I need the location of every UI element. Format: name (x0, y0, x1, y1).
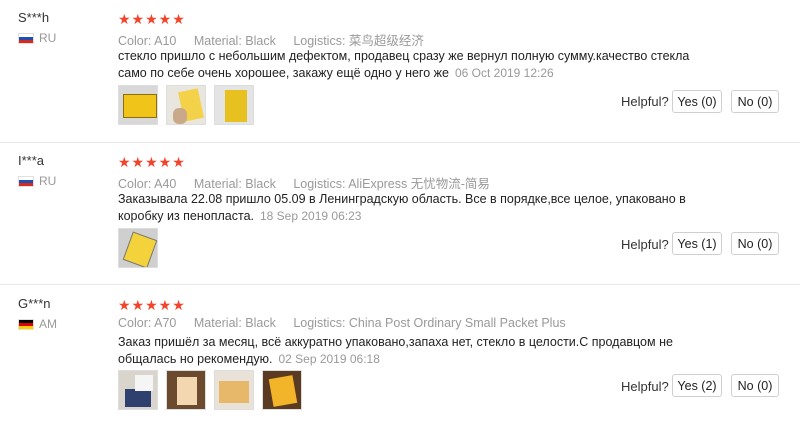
review-divider (0, 284, 800, 285)
buyer-country: AM (18, 317, 57, 331)
review-photo-thumbnail[interactable] (118, 228, 158, 268)
review-body: Заказывала 22.08 пришло 05.09 в Ленингра… (118, 192, 686, 223)
order-info: Color: A40 Material: Black Logistics: Al… (118, 173, 504, 192)
review-body: Заказ пришёл за месяц, всё аккуратно упа… (118, 335, 673, 366)
order-logistics: Logistics: AliExpress 无忧物流-简易 (293, 177, 490, 191)
review-divider (0, 142, 800, 143)
order-info: Color: A70 Material: Black Logistics: Ch… (118, 316, 580, 330)
review-photos (118, 85, 254, 125)
russia-flag-icon (18, 175, 34, 187)
helpful-no-button[interactable]: No (0) (731, 232, 779, 255)
order-color: Color: A40 (118, 177, 177, 191)
review-text: Заказывала 22.08 пришло 05.09 в Ленингра… (118, 191, 703, 225)
review-date: 02 Sep 2019 06:18 (278, 352, 380, 366)
order-material: Material: Black (193, 316, 276, 330)
buyer-country: RU (18, 174, 56, 188)
star-rating: ★★★★★ (118, 297, 186, 313)
helpful-yes-button[interactable]: Yes (1) (672, 232, 722, 255)
review-photo-thumbnail[interactable] (166, 370, 206, 410)
flag-icon (18, 318, 34, 330)
review-photo-thumbnail[interactable] (214, 85, 254, 125)
review-photo-thumbnail[interactable] (166, 85, 206, 125)
review-photo-thumbnail[interactable] (118, 85, 158, 125)
order-material: Material: Black (193, 34, 276, 48)
helpful-label: Helpful? (621, 94, 669, 109)
russia-flag-icon (18, 32, 34, 44)
review-date: 06 Oct 2019 12:26 (454, 66, 554, 80)
order-info: Color: A10 Material: Black Logistics: 菜鸟… (118, 30, 438, 49)
order-logistics: Logistics: China Post Ordinary Small Pac… (293, 316, 566, 330)
helpful-label: Helpful? (621, 379, 669, 394)
star-rating: ★★★★★ (118, 154, 186, 170)
review-text: Заказ пришёл за месяц, всё аккуратно упа… (118, 334, 703, 368)
review-photo-thumbnail[interactable] (214, 370, 254, 410)
review-date: 18 Sep 2019 06:23 (260, 209, 362, 223)
review-text: стекло пришло с небольшим дефектом, прод… (118, 48, 703, 82)
helpful-yes-button[interactable]: Yes (2) (672, 374, 722, 397)
buyer-country: RU (18, 31, 56, 45)
order-color: Color: A10 (118, 34, 177, 48)
helpful-no-button[interactable]: No (0) (731, 374, 779, 397)
country-code: RU (39, 31, 57, 45)
helpful-label: Helpful? (621, 237, 669, 252)
review-photos (118, 228, 158, 268)
review-photo-thumbnail[interactable] (262, 370, 302, 410)
star-rating: ★★★★★ (118, 11, 186, 27)
country-code: AM (39, 317, 57, 331)
buyer-name: G***n (18, 296, 51, 311)
buyer-name: S***h (18, 10, 50, 25)
country-code: RU (39, 174, 57, 188)
order-material: Material: Black (193, 177, 276, 191)
order-logistics: Logistics: 菜鸟超级经济 (293, 34, 424, 48)
helpful-yes-button[interactable]: Yes (0) (672, 90, 722, 113)
helpful-no-button[interactable]: No (0) (731, 90, 779, 113)
review-photos (118, 370, 302, 410)
order-color: Color: A70 (118, 316, 177, 330)
review-body: стекло пришло с небольшим дефектом, прод… (118, 49, 690, 80)
buyer-name: I***a (18, 153, 45, 168)
review-photo-thumbnail[interactable] (118, 370, 158, 410)
